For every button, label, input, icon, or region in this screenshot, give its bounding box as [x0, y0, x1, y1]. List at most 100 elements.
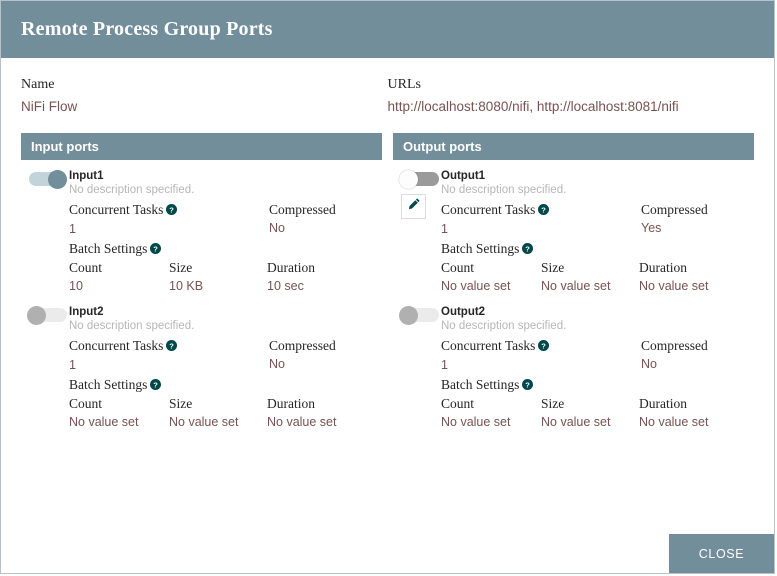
- batch-duration-value: No value set: [267, 415, 337, 429]
- remote-process-group-ports-dialog: Remote Process Group Ports Name NiFi Flo…: [0, 0, 775, 574]
- batch-settings-label: Batch Settings?: [69, 240, 382, 259]
- port-name: Output1: [441, 170, 486, 182]
- batch-duration-label: Duration: [267, 396, 315, 411]
- input-ports-column: Input ports Input1 No description specif…: [21, 133, 382, 432]
- help-icon[interactable]: ?: [150, 241, 162, 259]
- compressed-value: Yes: [641, 221, 662, 235]
- batch-count-label: Count: [69, 396, 103, 411]
- port-name: Input2: [69, 306, 104, 318]
- batch-size-label: Size: [541, 396, 565, 411]
- port-enable-toggle[interactable]: [27, 306, 71, 325]
- svg-text:?: ?: [154, 380, 159, 389]
- toggle-knob: [48, 170, 67, 189]
- help-icon[interactable]: ?: [166, 202, 178, 220]
- close-button[interactable]: CLOSE: [669, 534, 774, 573]
- concurrent-tasks-field: Concurrent Tasks? 1: [441, 337, 550, 375]
- batch-size-label: Size: [169, 396, 193, 411]
- port-primary-fields: Concurrent Tasks? 1 Compressed No: [441, 337, 754, 374]
- batch-count-field: Count 10: [69, 259, 102, 296]
- compressed-value: No: [641, 357, 657, 371]
- batch-settings-label-text: Batch Settings: [69, 241, 148, 256]
- batch-size-field: Size No value set: [541, 259, 610, 296]
- batch-size-value: No value set: [169, 415, 239, 429]
- compressed-field: Compressed No: [269, 201, 336, 238]
- port-description: No description specified.: [69, 184, 195, 196]
- compressed-label: Compressed: [269, 202, 336, 217]
- batch-duration-value: 10 sec: [267, 279, 304, 293]
- batch-count-label: Count: [69, 260, 103, 275]
- port-description: No description specified.: [69, 320, 195, 332]
- page-title: Remote Process Group Ports: [21, 18, 273, 40]
- port-batch-fields: Count No value set Size No value set Dur…: [69, 395, 382, 432]
- compressed-label: Compressed: [641, 338, 708, 353]
- batch-duration-field: Duration No value set: [267, 395, 336, 432]
- edit-port-button[interactable]: [401, 194, 426, 219]
- port-row: Output1 No description specified. Concur…: [393, 160, 754, 296]
- help-icon[interactable]: ?: [538, 202, 550, 220]
- batch-settings-label-text: Batch Settings: [69, 377, 148, 392]
- concurrent-tasks-value: 1: [69, 222, 76, 236]
- svg-text:?: ?: [542, 341, 547, 350]
- toggle-knob: [27, 306, 46, 325]
- ports-columns: Input ports Input1 No description specif…: [1, 133, 774, 432]
- port-batch-fields: Count No value set Size No value set Dur…: [441, 395, 754, 432]
- batch-size-value: No value set: [541, 279, 611, 293]
- help-icon[interactable]: ?: [522, 377, 534, 395]
- batch-count-value: No value set: [69, 415, 139, 429]
- port-primary-fields: Concurrent Tasks? 1 Compressed No: [69, 201, 382, 238]
- batch-count-label: Count: [441, 396, 475, 411]
- batch-duration-field: Duration No value set: [639, 259, 708, 296]
- port-name: Input1: [69, 170, 104, 182]
- port-primary-fields: Concurrent Tasks? 1 Compressed Yes: [441, 201, 754, 238]
- batch-size-field: Size No value set: [169, 395, 238, 432]
- batch-settings-label: Batch Settings?: [69, 376, 382, 395]
- batch-count-value: No value set: [441, 279, 511, 293]
- concurrent-tasks-field: Concurrent Tasks? 1: [441, 201, 550, 239]
- concurrent-tasks-field: Concurrent Tasks? 1: [69, 337, 178, 375]
- dialog-footer: CLOSE: [1, 533, 774, 573]
- urls-label: URLs: [387, 77, 421, 92]
- help-icon[interactable]: ?: [522, 241, 534, 259]
- compressed-value: No: [269, 357, 285, 371]
- port-enable-toggle[interactable]: [399, 306, 443, 325]
- concurrent-tasks-label: Concurrent Tasks?: [69, 201, 178, 220]
- port-row: Input2 No description specified. Concurr…: [21, 296, 382, 432]
- batch-duration-label: Duration: [639, 260, 687, 275]
- batch-size-value: No value set: [541, 415, 611, 429]
- pencil-icon: [407, 197, 421, 216]
- output-ports-column: Output ports Output1 No description spec…: [393, 133, 754, 432]
- compressed-value: No: [269, 221, 285, 235]
- help-icon[interactable]: ?: [150, 377, 162, 395]
- batch-settings-label: Batch Settings?: [441, 376, 754, 395]
- concurrent-tasks-value: 1: [69, 358, 76, 372]
- port-enable-toggle[interactable]: [27, 170, 71, 189]
- concurrent-tasks-label: Concurrent Tasks?: [441, 337, 550, 356]
- toggle-knob: [399, 306, 418, 325]
- concurrent-tasks-value: 1: [441, 222, 448, 236]
- port-name: Output2: [441, 306, 486, 318]
- port-batch-fields: Count 10 Size 10 KB Duration 10 sec: [69, 259, 382, 296]
- svg-text:?: ?: [526, 244, 531, 253]
- name-field-group: Name NiFi Flow: [21, 76, 388, 117]
- name-value: NiFi Flow: [21, 99, 78, 114]
- batch-duration-field: Duration 10 sec: [267, 259, 315, 296]
- help-icon[interactable]: ?: [538, 338, 550, 356]
- concurrent-tasks-label: Concurrent Tasks?: [441, 201, 550, 220]
- port-enable-toggle[interactable]: [399, 170, 443, 189]
- svg-text:?: ?: [526, 380, 531, 389]
- concurrent-tasks-label-text: Concurrent Tasks: [441, 338, 536, 353]
- compressed-label: Compressed: [269, 338, 336, 353]
- port-batch-fields: Count No value set Size No value set Dur…: [441, 259, 754, 296]
- batch-count-label: Count: [441, 260, 475, 275]
- urls-value: http://localhost:8080/nifi, http://local…: [387, 99, 679, 114]
- port-description: No description specified.: [441, 320, 567, 332]
- batch-duration-value: No value set: [639, 279, 709, 293]
- help-icon[interactable]: ?: [166, 338, 178, 356]
- batch-duration-value: No value set: [639, 415, 709, 429]
- batch-duration-label: Duration: [639, 396, 687, 411]
- port-description: No description specified.: [441, 184, 567, 196]
- svg-text:?: ?: [154, 244, 159, 253]
- concurrent-tasks-label-text: Concurrent Tasks: [441, 202, 536, 217]
- batch-count-value: 10: [69, 279, 83, 293]
- svg-text:?: ?: [170, 205, 175, 214]
